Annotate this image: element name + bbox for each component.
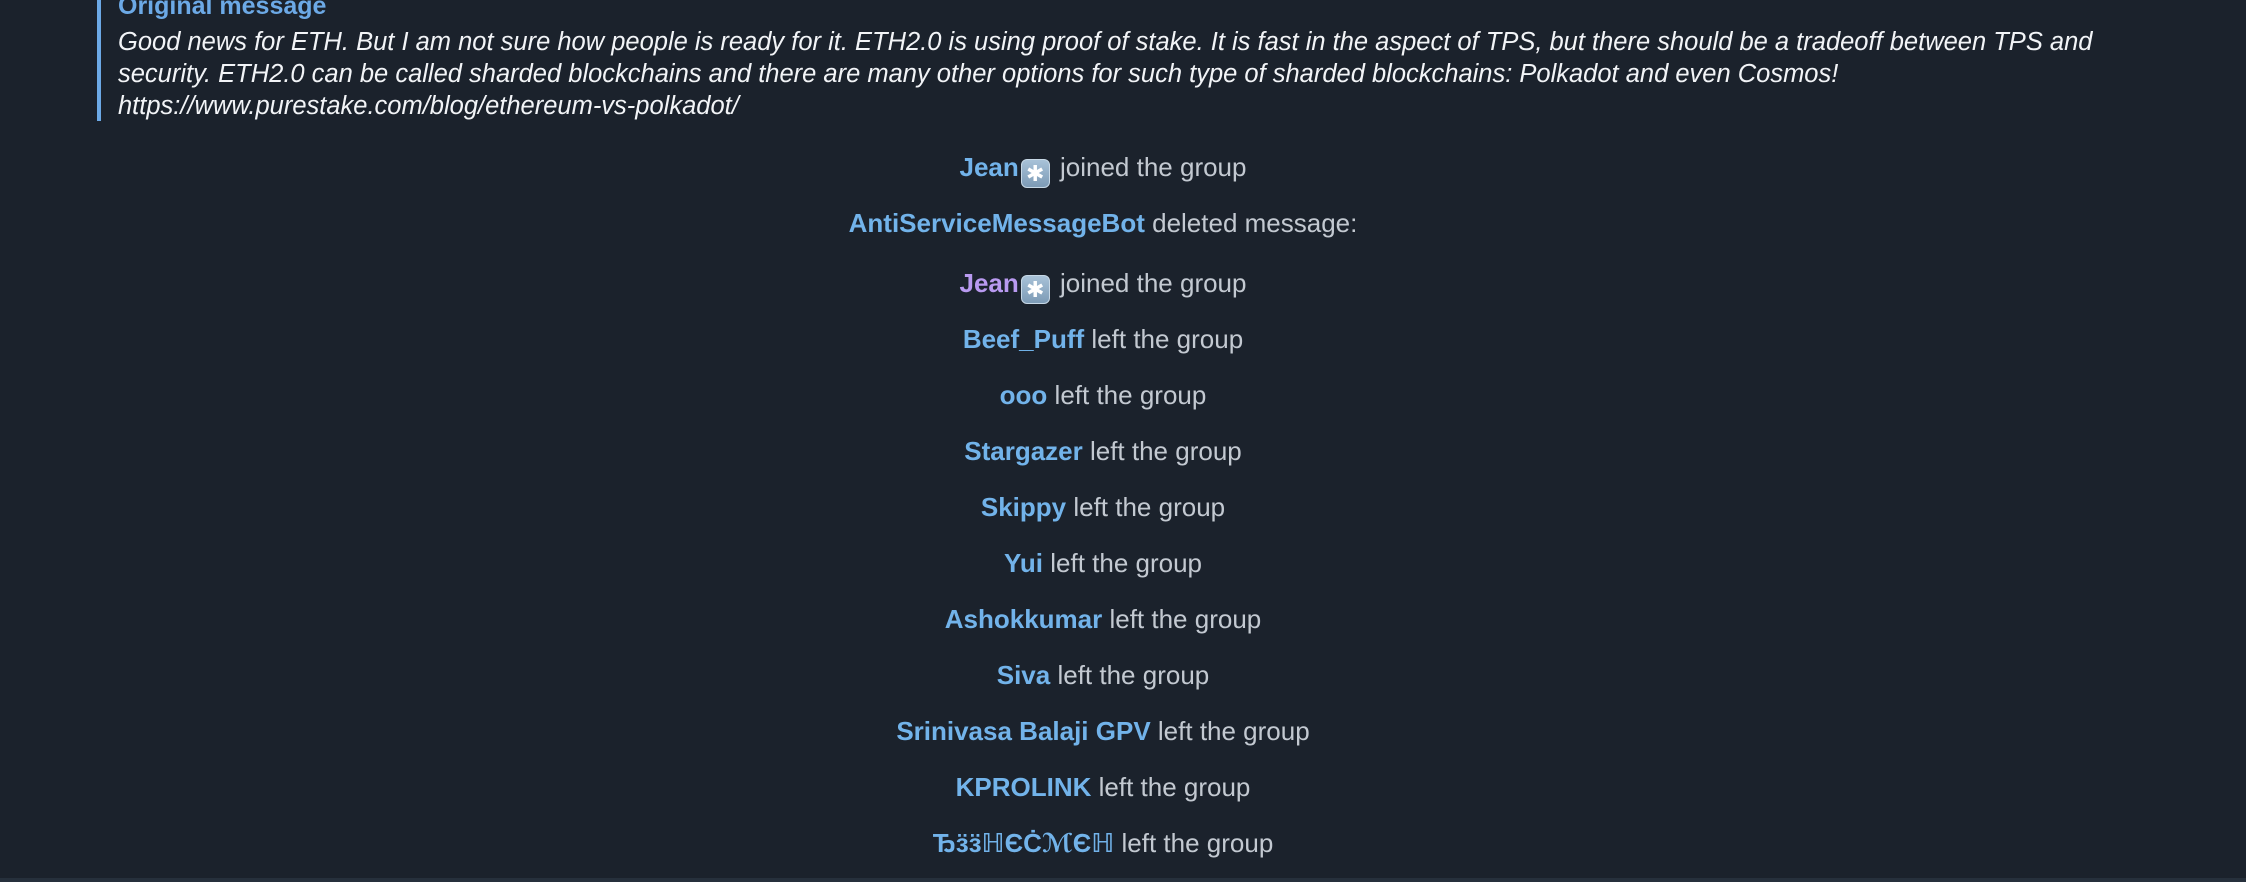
service-message: Beef_Puff left the group xyxy=(0,322,2206,356)
service-message: ЂӟӟℍЄĊℳЄℍ left the group xyxy=(0,826,2206,860)
service-message: Jean ✱ joined the group xyxy=(0,266,2206,304)
user-name[interactable]: Siva xyxy=(997,660,1051,690)
service-action: left the group xyxy=(1157,716,1310,746)
service-message: Jean ✱ joined the group xyxy=(0,150,2206,188)
service-message: Skippy left the group xyxy=(0,490,2206,524)
service-action: left the group xyxy=(1050,548,1203,578)
asterisk-badge-icon: ✱ xyxy=(1020,275,1050,304)
user-name[interactable]: Ashokkumar xyxy=(945,604,1103,634)
service-action: left the group xyxy=(1098,772,1251,802)
quote-text: Good news for ETH. But I am not sure how… xyxy=(118,28,2093,120)
service-action: joined the group xyxy=(1060,152,1247,182)
user-name[interactable]: Jean xyxy=(960,268,1019,298)
user-name[interactable]: Yui xyxy=(1004,548,1043,578)
user-name[interactable]: Beef_Puff xyxy=(963,324,1084,354)
user-name[interactable]: Stargazer xyxy=(964,436,1083,466)
service-action: left the group xyxy=(1054,380,1207,410)
service-action: joined the group xyxy=(1060,268,1247,298)
user-name[interactable]: ЂӟӟℍЄĊℳЄℍ xyxy=(933,828,1115,858)
service-action: left the group xyxy=(1091,324,1244,354)
service-message: Ashokkumar left the group xyxy=(0,602,2206,636)
service-message: AntiServiceMessageBot deleted message: xyxy=(0,206,2206,240)
service-action: left the group xyxy=(1089,436,1242,466)
reply-quote[interactable]: Original message Good news for ETH. But … xyxy=(97,0,2137,121)
service-message: Yui left the group xyxy=(0,546,2206,580)
service-action: left the group xyxy=(1109,604,1262,634)
service-message: KPROLINK left the group xyxy=(0,770,2206,804)
user-name[interactable]: Srinivasa Balaji GPV xyxy=(896,716,1150,746)
service-message: ooo left the group xyxy=(0,378,2206,412)
service-action: left the group xyxy=(1073,492,1226,522)
user-name[interactable]: KPROLINK xyxy=(956,772,1092,802)
user-name[interactable]: Skippy xyxy=(981,492,1066,522)
user-name[interactable]: AntiServiceMessageBot xyxy=(849,208,1145,238)
service-message: Srinivasa Balaji GPV left the group xyxy=(0,714,2206,748)
asterisk-badge-icon: ✱ xyxy=(1020,159,1050,188)
user-name[interactable]: Jean xyxy=(960,152,1019,182)
service-action: deleted message: xyxy=(1152,208,1358,238)
service-message: Stargazer left the group xyxy=(0,434,2206,468)
user-name[interactable]: ooo xyxy=(1000,380,1048,410)
panel-divider xyxy=(0,878,2246,882)
service-message: Siva left the group xyxy=(0,658,2206,692)
quote-title: Original message xyxy=(118,0,327,20)
service-action: left the group xyxy=(1057,660,1210,690)
service-action: left the group xyxy=(1121,828,1274,858)
